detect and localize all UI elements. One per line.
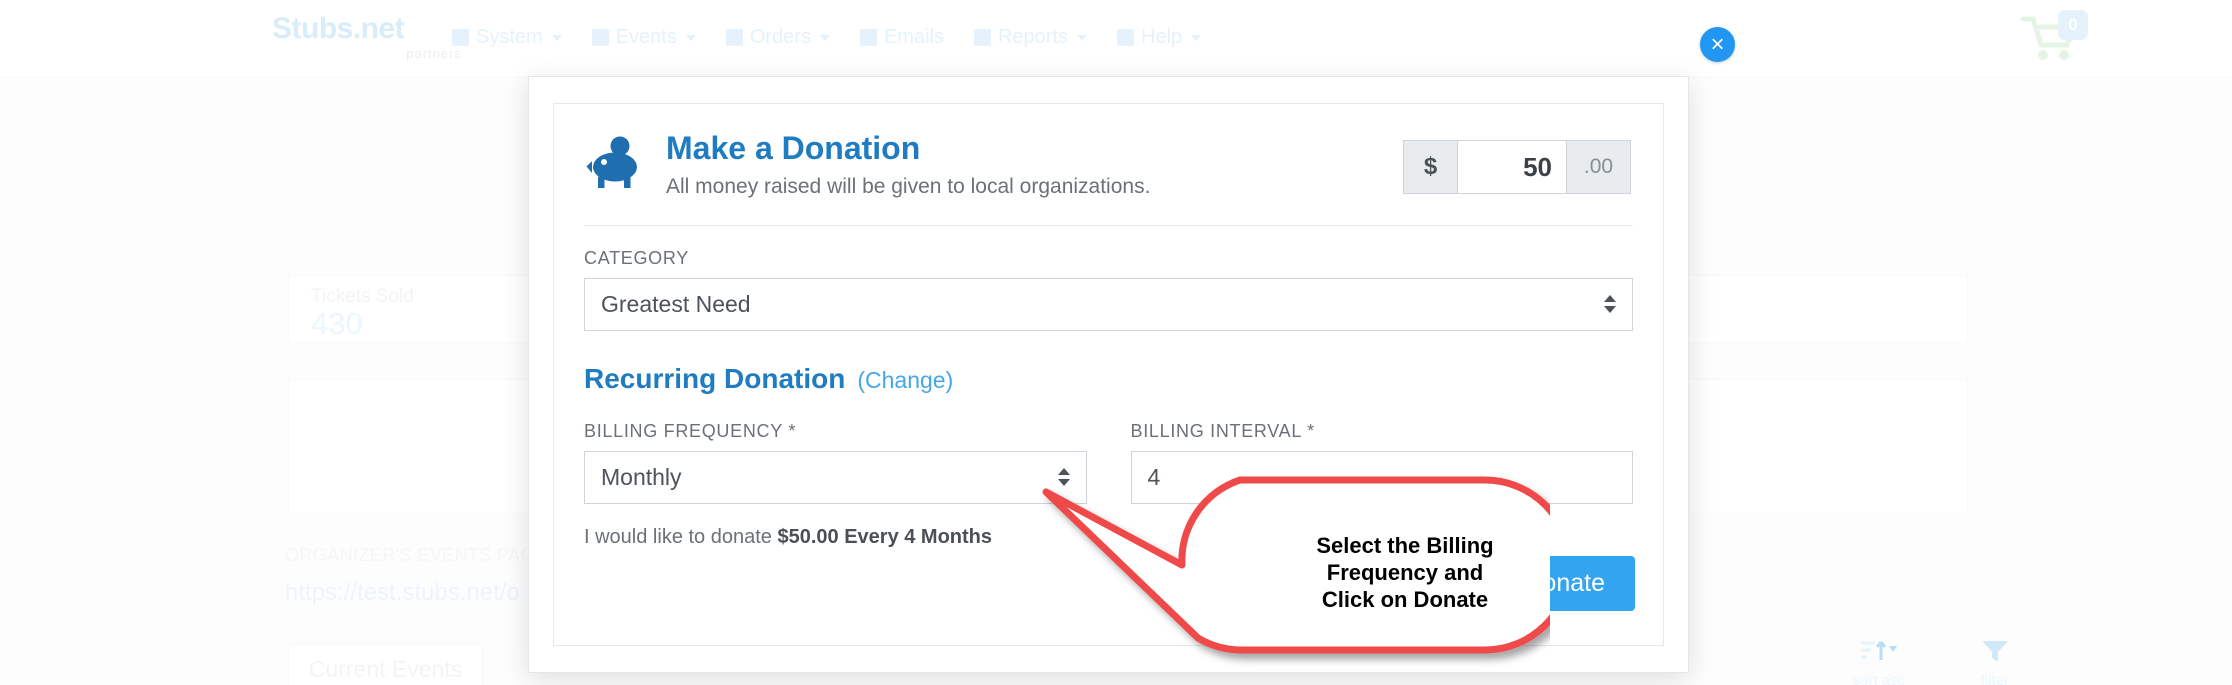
- billing-frequency-field: BILLING FREQUENCY * Monthly: [584, 421, 1087, 504]
- billing-fields-row: BILLING FREQUENCY * Monthly BILLING INTE…: [582, 421, 1635, 504]
- category-field: CATEGORY Greatest Need: [582, 248, 1635, 331]
- modal-subtitle: All money raised will be given to local …: [666, 174, 1151, 198]
- donation-modal-body: Make a Donation All money raised will be…: [553, 103, 1664, 646]
- billing-interval-label: BILLING INTERVAL *: [1130, 420, 1315, 441]
- donate-button-row: Donate: [1494, 556, 1635, 611]
- donate-button[interactable]: Donate: [1494, 556, 1635, 611]
- currency-symbol: $: [1403, 140, 1457, 194]
- close-icon: ×: [1710, 30, 1725, 58]
- donation-summary: I would like to donate $50.00 Every 4 Mo…: [582, 526, 1635, 549]
- billing-interval-input[interactable]: [1130, 450, 1633, 504]
- screenshot-root: Stubs.net partners System Events Orders: [0, 0, 2232, 685]
- donation-modal: Make a Donation All money raised will be…: [528, 76, 1689, 673]
- modal-title: Make a Donation: [666, 130, 921, 166]
- category-select[interactable]: Greatest Need: [584, 277, 1633, 331]
- billing-frequency-select[interactable]: Monthly: [584, 450, 1087, 504]
- recurring-donation-title: Recurring Donation: [584, 362, 846, 394]
- cents-suffix: .00: [1567, 140, 1631, 194]
- recurring-section-header: Recurring Donation (Change): [582, 363, 1635, 395]
- modal-header: Make a Donation All money raised will be…: [582, 130, 1635, 199]
- header-divider: [584, 224, 1633, 226]
- billing-interval-field: BILLING INTERVAL *: [1130, 420, 1633, 504]
- billing-frequency-label: BILLING FREQUENCY *: [584, 420, 797, 441]
- summary-prefix: I would like to donate: [584, 525, 778, 548]
- donation-amount-group: $ .00: [1403, 140, 1631, 194]
- donation-amount-input[interactable]: [1457, 140, 1567, 194]
- piggy-bank-icon: [586, 136, 644, 197]
- change-recurring-link[interactable]: (Change): [857, 367, 953, 394]
- summary-amount: $50.00 Every 4 Months: [777, 525, 993, 548]
- close-modal-button[interactable]: ×: [1700, 27, 1735, 62]
- category-label: CATEGORY: [584, 247, 689, 268]
